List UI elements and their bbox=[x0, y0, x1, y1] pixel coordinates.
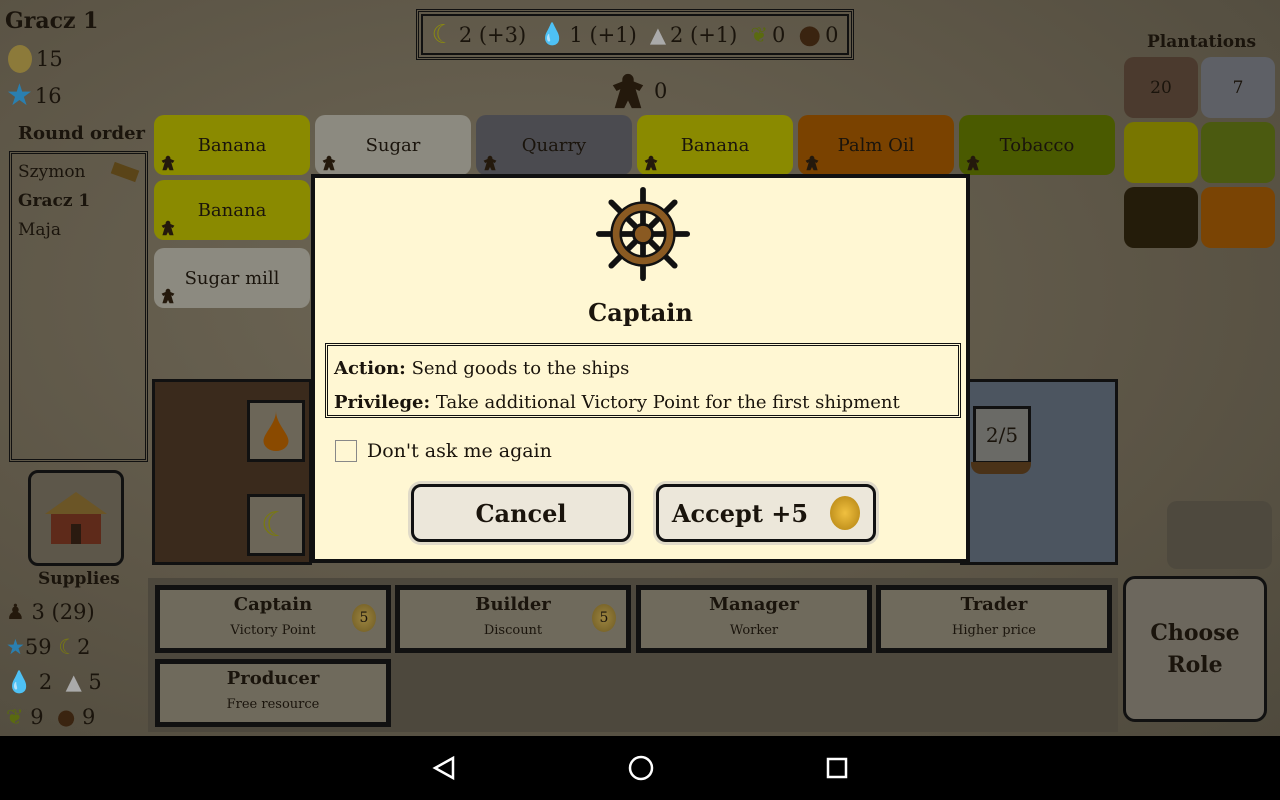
android-nav-bar bbox=[0, 736, 1280, 800]
checkbox-label: Don't ask me again bbox=[367, 440, 552, 462]
action-label: Action: bbox=[334, 358, 406, 379]
coin-bonus: 5 bbox=[592, 604, 616, 632]
oil-crate bbox=[247, 400, 305, 462]
role-card-builder[interactable]: Builder Discount 5 bbox=[395, 585, 631, 653]
cart-icon bbox=[110, 161, 140, 183]
resource-tobacco-leaf: ❦ 0 bbox=[750, 22, 786, 47]
ships-wheel-icon bbox=[595, 186, 691, 282]
plantation-tile[interactable]: Palm Oil bbox=[798, 115, 954, 175]
role-card-captain[interactable]: Captain Victory Point 5 bbox=[155, 585, 391, 653]
player-gold: 15 bbox=[8, 45, 63, 73]
oil-drop-icon: 💧 bbox=[539, 22, 566, 46]
banana-icon: ☾ bbox=[260, 505, 292, 545]
colonist-ship: 0 bbox=[608, 72, 667, 110]
meeple-icon bbox=[161, 155, 175, 171]
plantation-tile[interactable]: Banana bbox=[154, 115, 310, 175]
player-name: Gracz 1 bbox=[5, 8, 99, 34]
coin-icon bbox=[830, 496, 861, 530]
round-order-player: Szymon bbox=[18, 162, 86, 182]
plantation-tile[interactable]: Quarry bbox=[476, 115, 632, 175]
plantation-stack[interactable]: 20 bbox=[1124, 57, 1198, 118]
role-card-manager[interactable]: Manager Worker bbox=[636, 585, 872, 653]
supply-row: 💧 2 ▲ 5 bbox=[6, 670, 102, 694]
plantation-tile[interactable]: Sugar bbox=[315, 115, 471, 175]
coin-bonus: 5 bbox=[352, 604, 376, 632]
resource-coffee-bean: ● 0 bbox=[798, 19, 839, 50]
banana-crate: ☾ bbox=[247, 494, 305, 556]
warehouse-panel: ☾ bbox=[152, 379, 312, 565]
plantation-stack[interactable] bbox=[1201, 187, 1275, 248]
sugar-icon: ▲ bbox=[65, 670, 82, 694]
meeple-icon bbox=[805, 155, 819, 171]
empty-slot bbox=[1167, 501, 1272, 569]
checkbox[interactable] bbox=[335, 440, 357, 462]
coin-icon bbox=[8, 45, 32, 73]
home-icon[interactable] bbox=[627, 754, 655, 782]
meeple-icon bbox=[161, 220, 175, 236]
star-icon: ★ bbox=[6, 78, 33, 113]
meeple-icon bbox=[161, 288, 175, 304]
plantation-stack[interactable] bbox=[1124, 122, 1198, 183]
meeple-icon bbox=[644, 155, 658, 171]
supply-row: ❦ 9 ● 9 bbox=[6, 705, 96, 729]
round-order-list: Szymon Gracz 1 Maja bbox=[9, 151, 148, 462]
accept-button[interactable]: Accept +5 bbox=[656, 484, 876, 542]
round-order-title: Round order bbox=[18, 123, 146, 144]
back-icon[interactable] bbox=[431, 755, 457, 781]
oil-drop-icon bbox=[263, 411, 289, 451]
supplies-panel: ♟ 3 (29) ★59 ☾2 💧 2 ▲ 5 ❦ 9 ● 9 bbox=[6, 595, 146, 735]
role-confirm-dialog: Captain Action: Send goods to the ships … bbox=[311, 174, 970, 563]
round-order-player: Gracz 1 bbox=[18, 191, 91, 211]
coffee-bean-icon: ● bbox=[57, 705, 76, 729]
supply-colonists: ♟ 3 (29) bbox=[6, 600, 95, 624]
plantation-stack[interactable] bbox=[1124, 187, 1198, 248]
ship-cargo: 2/5 bbox=[973, 406, 1031, 464]
ship-hull bbox=[971, 462, 1031, 474]
supplies-title: Supplies bbox=[38, 569, 120, 589]
tobacco-leaf-icon: ❦ bbox=[750, 22, 769, 47]
plantation-stack[interactable]: 7 bbox=[1201, 57, 1275, 118]
tobacco-leaf-icon: ❦ bbox=[6, 705, 24, 729]
cancel-button[interactable]: Cancel bbox=[411, 484, 631, 542]
building-button[interactable] bbox=[28, 470, 124, 566]
meeple-icon bbox=[612, 73, 644, 109]
meeple-icon: ♟ bbox=[6, 600, 25, 624]
plantation-stack[interactable] bbox=[1201, 122, 1275, 183]
choose-role-button[interactable]: Choose Role bbox=[1123, 576, 1267, 722]
role-card-producer[interactable]: Producer Free resource bbox=[155, 659, 391, 727]
star-icon: ★ bbox=[6, 635, 25, 659]
dialog-title: Captain bbox=[588, 298, 693, 327]
player-vp: ★ 16 bbox=[6, 78, 62, 113]
meeple-icon bbox=[966, 155, 980, 171]
resources-bar: ☾ 2 (+3) 💧 1 (+1) ▲ 2 (+1) ❦ 0 ● 0 bbox=[416, 9, 854, 60]
sugar-icon: ▲ bbox=[649, 22, 666, 47]
privilege-text: Take additional Victory Point for the fi… bbox=[435, 392, 900, 413]
meeple-icon bbox=[483, 155, 497, 171]
role-description: Action: Send goods to the ships Privileg… bbox=[325, 343, 961, 418]
resource-sugar: ▲ 2 (+1) bbox=[649, 22, 738, 47]
cargo-ship-panel: 2/5 bbox=[960, 379, 1118, 565]
meeple-icon bbox=[322, 155, 336, 171]
coffee-bean-icon: ● bbox=[798, 19, 822, 50]
plantation-tile[interactable]: Tobacco bbox=[959, 115, 1115, 175]
action-text: Send goods to the ships bbox=[411, 358, 630, 379]
role-card-trader[interactable]: Trader Higher price bbox=[876, 585, 1112, 653]
banana-icon: ☾ bbox=[431, 19, 455, 50]
owned-tile[interactable]: Banana bbox=[154, 180, 310, 240]
privilege-label: Privilege: bbox=[334, 392, 431, 413]
resource-oil-drop: 💧 1 (+1) bbox=[539, 22, 637, 47]
resource-banana: ☾ 2 (+3) bbox=[431, 19, 527, 50]
recents-icon[interactable] bbox=[825, 756, 849, 780]
oil-drop-icon: 💧 bbox=[6, 670, 33, 694]
owned-tile[interactable]: Sugar mill bbox=[154, 248, 310, 308]
plantation-tile[interactable]: Banana bbox=[637, 115, 793, 175]
round-order-player: Maja bbox=[18, 220, 61, 240]
plantations-title: Plantations bbox=[1147, 32, 1257, 52]
house-icon bbox=[45, 492, 107, 544]
supply-row: ★59 ☾2 bbox=[6, 635, 91, 659]
banana-icon: ☾ bbox=[58, 635, 78, 659]
dont-ask-checkbox[interactable]: Don't ask me again bbox=[335, 440, 552, 462]
